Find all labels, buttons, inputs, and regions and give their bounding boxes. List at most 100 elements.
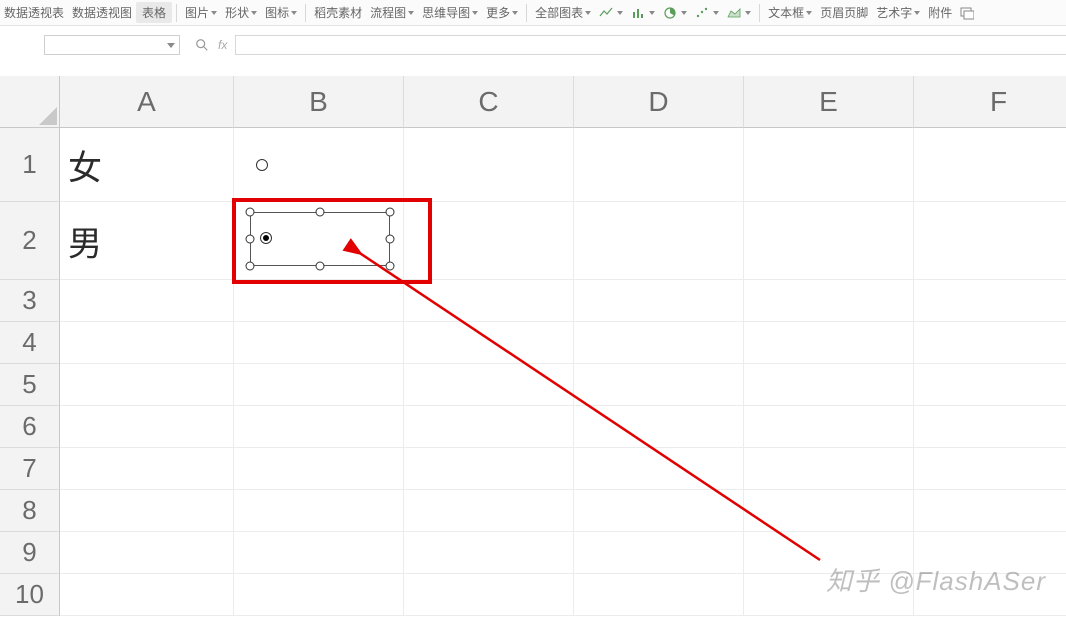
rb-wordart[interactable]: 艺术字 xyxy=(872,4,924,21)
cell-A8[interactable] xyxy=(60,490,234,532)
cell-B8[interactable] xyxy=(234,490,404,532)
cell-D6[interactable] xyxy=(574,406,744,448)
cell-C1[interactable] xyxy=(404,128,574,202)
cell-B10[interactable] xyxy=(234,574,404,616)
col-header-D[interactable]: D xyxy=(574,76,744,128)
cell-B4[interactable] xyxy=(234,322,404,364)
row-header-7[interactable]: 7 xyxy=(0,448,60,490)
cell-E9[interactable] xyxy=(744,532,914,574)
cell-C5[interactable] xyxy=(404,364,574,406)
cell-F5[interactable] xyxy=(914,364,1066,406)
cell-F8[interactable] xyxy=(914,490,1066,532)
rb-attach[interactable]: 附件 xyxy=(924,4,956,21)
col-header-E[interactable]: E xyxy=(744,76,914,128)
cell-F7[interactable] xyxy=(914,448,1066,490)
row-header-8[interactable]: 8 xyxy=(0,490,60,532)
cell-B6[interactable] xyxy=(234,406,404,448)
cell-C3[interactable] xyxy=(404,280,574,322)
cell-E8[interactable] xyxy=(744,490,914,532)
cell-D8[interactable] xyxy=(574,490,744,532)
cell-D5[interactable] xyxy=(574,364,744,406)
rb-icon[interactable]: 图标 xyxy=(261,4,301,21)
rb-header-footer[interactable]: 页眉页脚 xyxy=(816,4,872,21)
cell-E6[interactable] xyxy=(744,406,914,448)
cell-F6[interactable] xyxy=(914,406,1066,448)
cell-E2[interactable] xyxy=(744,202,914,280)
cell-E4[interactable] xyxy=(744,322,914,364)
cell-D1[interactable] xyxy=(574,128,744,202)
cell-A10[interactable] xyxy=(60,574,234,616)
row-header-10[interactable]: 10 xyxy=(0,574,60,616)
row-header-9[interactable]: 9 xyxy=(0,532,60,574)
cell-A4[interactable] xyxy=(60,322,234,364)
rb-flow[interactable]: 流程图 xyxy=(366,4,418,21)
cell-F10[interactable] xyxy=(914,574,1066,616)
cell-C6[interactable] xyxy=(404,406,574,448)
select-all-corner[interactable] xyxy=(0,76,60,128)
cell-A2[interactable]: 男 xyxy=(60,202,234,280)
cell-D10[interactable] xyxy=(574,574,744,616)
cell-C7[interactable] xyxy=(404,448,574,490)
formula-bar[interactable] xyxy=(235,35,1066,55)
row-header-1[interactable]: 1 xyxy=(0,128,60,202)
cell-A3[interactable] xyxy=(60,280,234,322)
rb-shape[interactable]: 形状 xyxy=(221,4,261,21)
cell-A5[interactable] xyxy=(60,364,234,406)
cell-B3[interactable] xyxy=(234,280,404,322)
cell-E5[interactable] xyxy=(744,364,914,406)
rb-dkmat[interactable]: 稻壳素材 xyxy=(310,4,366,21)
cell-C9[interactable] xyxy=(404,532,574,574)
cell-E1[interactable] xyxy=(744,128,914,202)
cell-A6[interactable] xyxy=(60,406,234,448)
rb-table[interactable]: 表格 xyxy=(136,2,172,23)
cell-D4[interactable] xyxy=(574,322,744,364)
cell-A9[interactable] xyxy=(60,532,234,574)
col-header-C[interactable]: C xyxy=(404,76,574,128)
row-header-2[interactable]: 2 xyxy=(0,202,60,280)
cell-D2[interactable] xyxy=(574,202,744,280)
row-header-5[interactable]: 5 xyxy=(0,364,60,406)
cell-E7[interactable] xyxy=(744,448,914,490)
cell-F4[interactable] xyxy=(914,322,1066,364)
radio-unchecked-icon[interactable] xyxy=(256,159,268,171)
cell-A1[interactable]: 女 xyxy=(60,128,234,202)
row-header-4[interactable]: 4 xyxy=(0,322,60,364)
rb-pivot-chart[interactable]: 数据透视图 xyxy=(68,4,136,21)
rb-all-charts[interactable]: 全部图表 xyxy=(531,4,595,21)
cell-F9[interactable] xyxy=(914,532,1066,574)
row-header-3[interactable]: 3 xyxy=(0,280,60,322)
cell-B7[interactable] xyxy=(234,448,404,490)
cell-C10[interactable] xyxy=(404,574,574,616)
cell-C4[interactable] xyxy=(404,322,574,364)
chart-type-scatter-icon[interactable] xyxy=(691,6,723,20)
cell-F2[interactable] xyxy=(914,202,1066,280)
chart-type-bar-icon[interactable] xyxy=(627,6,659,20)
chart-type-pie-icon[interactable] xyxy=(659,6,691,20)
cell-E3[interactable] xyxy=(744,280,914,322)
zoom-icon[interactable] xyxy=(194,37,210,53)
chart-type-area-icon[interactable] xyxy=(723,6,755,20)
cell-F3[interactable] xyxy=(914,280,1066,322)
cell-E10[interactable] xyxy=(744,574,914,616)
cell-D3[interactable] xyxy=(574,280,744,322)
rb-more[interactable]: 更多 xyxy=(482,4,522,21)
cell-D9[interactable] xyxy=(574,532,744,574)
cell-C8[interactable] xyxy=(404,490,574,532)
rb-pivot-table[interactable]: 数据透视表 xyxy=(0,4,68,21)
col-header-A[interactable]: A xyxy=(60,76,234,128)
rb-picture[interactable]: 图片 xyxy=(181,4,221,21)
cell-A7[interactable] xyxy=(60,448,234,490)
spreadsheet-grid[interactable]: ABCDEF 12345678910 女男 xyxy=(0,76,1066,618)
cell-B9[interactable] xyxy=(234,532,404,574)
cell-F1[interactable] xyxy=(914,128,1066,202)
cell-D7[interactable] xyxy=(574,448,744,490)
rb-textbox[interactable]: 文本框 xyxy=(764,4,816,21)
chart-type-line-icon[interactable] xyxy=(595,6,627,20)
row-header-6[interactable]: 6 xyxy=(0,406,60,448)
namebox[interactable] xyxy=(44,35,180,55)
rb-mindmap[interactable]: 思维导图 xyxy=(418,4,482,21)
col-header-F[interactable]: F xyxy=(914,76,1066,128)
col-header-B[interactable]: B xyxy=(234,76,404,128)
cell-B5[interactable] xyxy=(234,364,404,406)
rb-object-icon[interactable] xyxy=(956,6,980,20)
